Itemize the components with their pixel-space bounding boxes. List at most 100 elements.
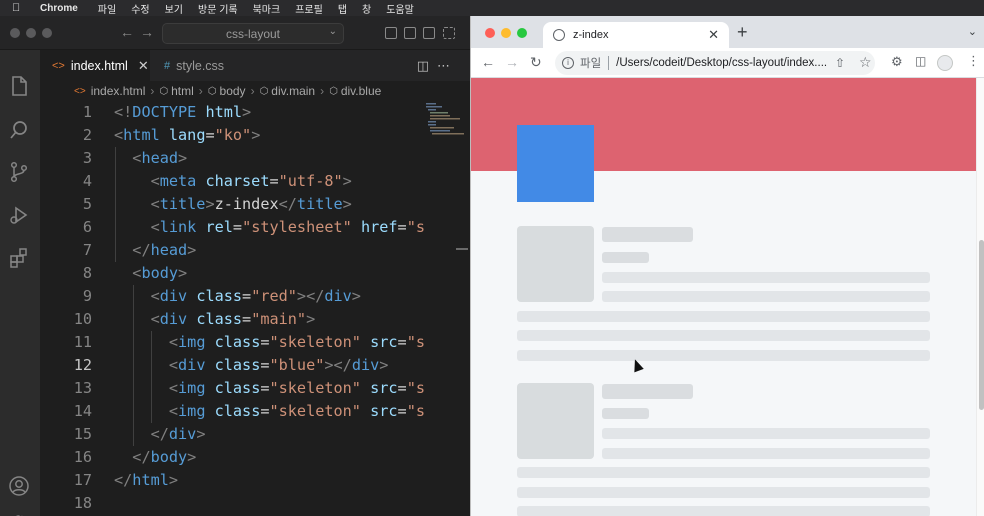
- search-icon[interactable]: [7, 118, 31, 142]
- info-icon[interactable]: i: [562, 57, 574, 69]
- apple-menu-icon[interactable]: : [12, 2, 26, 14]
- code-line[interactable]: 6 <link rel="stylesheet" href="s: [40, 216, 470, 239]
- breadcrumb-item[interactable]: body: [220, 84, 246, 98]
- extensions-icon[interactable]: ⚙: [891, 54, 903, 70]
- toggle-sidebar-icon[interactable]: [385, 27, 397, 39]
- close-window-button[interactable]: [485, 28, 495, 38]
- back-arrow-icon[interactable]: ←: [481, 54, 495, 70]
- menu-item-edit[interactable]: 수정: [131, 1, 149, 16]
- code-token: div: [351, 356, 380, 374]
- split-editor-icon[interactable]: ◫: [417, 58, 437, 73]
- breadcrumb-item[interactable]: index.html: [91, 84, 146, 98]
- run-debug-icon[interactable]: [7, 203, 31, 227]
- code-line[interactable]: 1 <!DOCTYPE html>: [40, 101, 470, 124]
- minimap[interactable]: [424, 101, 470, 516]
- breadcrumb-item[interactable]: html: [171, 84, 194, 98]
- minimize-window-button[interactable]: [501, 28, 511, 38]
- scrollbar-thumb[interactable]: [979, 240, 984, 410]
- close-icon[interactable]: ✕: [708, 27, 719, 43]
- forward-arrow-icon[interactable]: →: [140, 24, 154, 40]
- explorer-icon[interactable]: [7, 74, 31, 98]
- avatar[interactable]: [937, 55, 953, 71]
- menu-item-help[interactable]: 도움말: [386, 1, 414, 16]
- code-text: </html>: [114, 469, 178, 492]
- menu-item-file[interactable]: 파일: [98, 1, 116, 16]
- zoom-window-button[interactable]: [517, 28, 527, 38]
- code-line[interactable]: 16 </body>: [40, 446, 470, 469]
- side-panel-icon[interactable]: ◫: [915, 54, 926, 68]
- line-number: 15: [73, 425, 92, 443]
- code-token: =: [269, 172, 279, 190]
- menu-item-window[interactable]: 창: [362, 1, 371, 16]
- forward-arrow-icon[interactable]: →: [505, 54, 519, 70]
- back-arrow-icon[interactable]: ←: [120, 24, 134, 40]
- menu-item-bookmarks[interactable]: 북마크: [253, 1, 281, 16]
- share-icon[interactable]: ⇧: [835, 56, 845, 70]
- code-line[interactable]: 10 <div class="main">: [40, 308, 470, 331]
- menu-item-view[interactable]: 보기: [165, 1, 183, 16]
- code-token: >: [251, 126, 261, 144]
- address-bar[interactable]: i 파일 /Users/codeit/Desktop/css-layout/in…: [555, 51, 875, 75]
- menu-item-history[interactable]: 방문 기록: [198, 1, 238, 16]
- code-line[interactable]: 5 <title>z-index</title>: [40, 193, 470, 216]
- symbol-element-icon: ⬡: [329, 85, 338, 97]
- code-editor[interactable]: 18 17 </html> 16 </body> 15 </div> 14 <img cl…: [40, 101, 470, 516]
- source-control-icon[interactable]: [7, 160, 31, 184]
- code-token: </: [132, 241, 151, 259]
- command-center-label: css-layout: [225, 26, 281, 41]
- code-line[interactable]: 13 <img class="skeleton" src="s: [40, 377, 470, 400]
- minimize-window-button[interactable]: [26, 28, 36, 38]
- menu-item-tab[interactable]: 탭: [338, 1, 347, 16]
- customize-layout-icon[interactable]: [443, 27, 455, 39]
- command-center[interactable]: css-layout ⌄: [162, 23, 344, 44]
- breadcrumb-item[interactable]: div.main: [271, 84, 315, 98]
- code-line[interactable]: 2 <html lang="ko">: [40, 124, 470, 147]
- code-line[interactable]: 15 </div>: [40, 423, 470, 446]
- breadcrumb-item[interactable]: div.blue: [341, 84, 381, 98]
- code-line[interactable]: 17 </html>: [40, 469, 470, 492]
- tab-style-css[interactable]: # style.css: [150, 50, 256, 81]
- page-viewport[interactable]: [471, 78, 984, 516]
- code-token: =: [260, 402, 270, 420]
- menu-item-profile[interactable]: 프로필: [295, 1, 323, 16]
- code-token: <: [150, 287, 160, 305]
- code-token: link: [159, 218, 197, 236]
- code-line[interactable]: 12 <div class="blue"></div>: [40, 354, 470, 377]
- code-line[interactable]: 3 <head>: [40, 147, 470, 170]
- close-window-button[interactable]: [10, 28, 20, 38]
- account-icon[interactable]: [7, 474, 31, 498]
- code-token: "skeleton": [269, 379, 361, 397]
- code-token: src: [370, 402, 398, 420]
- vertical-scrollbar[interactable]: [976, 78, 984, 516]
- toggle-panel-icon[interactable]: [404, 27, 416, 39]
- more-vert-icon[interactable]: ⋮: [967, 53, 980, 69]
- code-line[interactable]: 7 </head>: [40, 239, 470, 262]
- new-tab-icon[interactable]: +: [737, 22, 748, 43]
- toggle-secondary-sidebar-icon[interactable]: [423, 27, 435, 39]
- star-icon[interactable]: ☆: [859, 54, 872, 71]
- extensions-icon[interactable]: [7, 246, 31, 270]
- skeleton-text-bar: [517, 311, 930, 322]
- reload-icon[interactable]: ↻: [530, 54, 542, 71]
- skeleton-subtitle-bar: [602, 252, 649, 263]
- code-line[interactable]: 9 <div class="red"></div>: [40, 285, 470, 308]
- code-line[interactable]: 4 <meta charset="utf-8">: [40, 170, 470, 193]
- tab-index-html[interactable]: <> index.html ✕: [40, 50, 150, 81]
- browser-tab[interactable]: z-index ✕: [543, 22, 729, 48]
- code-token: >: [178, 264, 188, 282]
- code-line[interactable]: 14 <img class="skeleton" src="s: [40, 400, 470, 423]
- menu-app-name[interactable]: Chrome: [40, 3, 78, 14]
- code-line[interactable]: 11 <img class="skeleton" src="s: [40, 331, 470, 354]
- chevron-down-icon[interactable]: ⌄: [968, 25, 977, 38]
- close-icon[interactable]: ✕: [138, 58, 149, 74]
- code-token: >: [342, 195, 352, 213]
- more-actions-icon[interactable]: ⋯: [437, 58, 458, 73]
- code-line[interactable]: 8 <body>: [40, 262, 470, 285]
- code-line[interactable]: 18: [40, 492, 470, 515]
- zoom-window-button[interactable]: [42, 28, 52, 38]
- gear-icon[interactable]: [7, 512, 31, 516]
